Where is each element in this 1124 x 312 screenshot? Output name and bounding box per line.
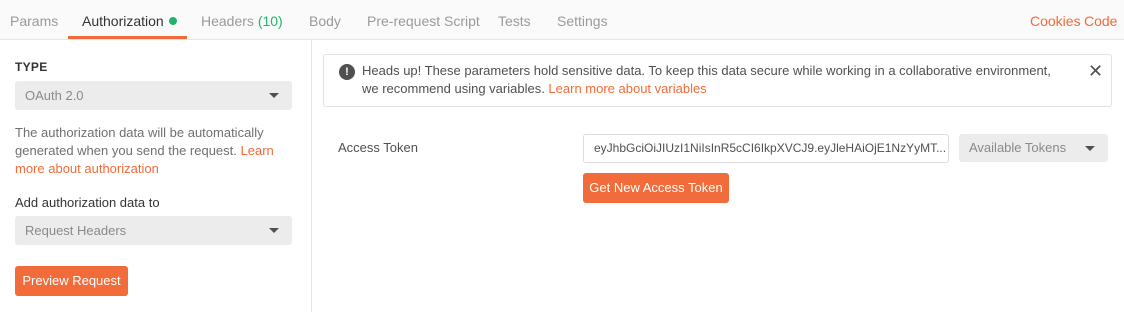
learn-more-variables-link[interactable]: Learn more about variables xyxy=(548,81,706,96)
chevron-down-icon xyxy=(269,228,279,233)
chevron-down-icon xyxy=(269,93,279,98)
type-label: TYPE xyxy=(15,60,48,74)
auth-type-select[interactable]: OAuth 2.0 xyxy=(15,81,292,110)
auth-type-value: OAuth 2.0 xyxy=(25,88,84,103)
add-auth-data-value: Request Headers xyxy=(25,223,127,238)
warning-icon: ! xyxy=(339,64,355,80)
close-icon[interactable]: ✕ xyxy=(1088,61,1103,81)
tab-body[interactable]: Body xyxy=(309,0,341,39)
alert-message: Heads up! These parameters hold sensitiv… xyxy=(362,62,1062,98)
tab-headers[interactable]: Headers (10) xyxy=(201,0,283,39)
tab-authorization[interactable]: Authorization xyxy=(82,0,177,39)
available-tokens-label: Available Tokens xyxy=(969,140,1067,155)
headers-count: (10) xyxy=(257,13,283,29)
code-link[interactable]: Code xyxy=(1084,0,1117,39)
get-new-access-token-button[interactable]: Get New Access Token xyxy=(583,173,729,203)
auth-config-panel: TYPE OAuth 2.0 The authorization data wi… xyxy=(0,40,312,312)
access-token-input[interactable]: eyJhbGciOiJIUzI1NiIsInR5cCI6IkpXVCJ9.eyJ… xyxy=(583,134,949,163)
tab-pre-request-script[interactable]: Pre-request Script xyxy=(367,0,480,39)
tab-params[interactable]: Params xyxy=(10,0,58,39)
modified-dot-icon xyxy=(168,17,177,26)
sensitive-data-alert: ! Heads up! These parameters hold sensit… xyxy=(323,54,1112,107)
access-token-label: Access Token xyxy=(338,140,418,155)
request-tab-bar: Params Authorization Headers (10) Body P… xyxy=(0,0,1124,40)
add-auth-data-label: Add authorization data to xyxy=(15,195,160,210)
preview-request-button[interactable]: Preview Request xyxy=(15,266,128,296)
add-auth-data-select[interactable]: Request Headers xyxy=(15,216,292,245)
tab-label: Authorization xyxy=(82,13,164,29)
cookies-link[interactable]: Cookies xyxy=(1030,0,1081,39)
available-tokens-select[interactable]: Available Tokens xyxy=(959,134,1108,162)
tab-settings[interactable]: Settings xyxy=(557,0,608,39)
tab-label: Params xyxy=(10,13,59,29)
tab-label: Tests xyxy=(498,13,531,29)
tab-tests[interactable]: Tests xyxy=(498,0,531,39)
tab-label: Settings xyxy=(557,13,608,29)
auth-description: The authorization data will be automatic… xyxy=(15,124,285,178)
tab-label: Pre-request Script xyxy=(367,13,480,29)
active-tab-indicator xyxy=(68,36,187,39)
auth-description-text: The authorization data will be automatic… xyxy=(15,125,264,158)
tab-label: Body xyxy=(309,13,341,29)
tab-label: Headers xyxy=(201,13,254,29)
chevron-down-icon xyxy=(1085,146,1095,151)
